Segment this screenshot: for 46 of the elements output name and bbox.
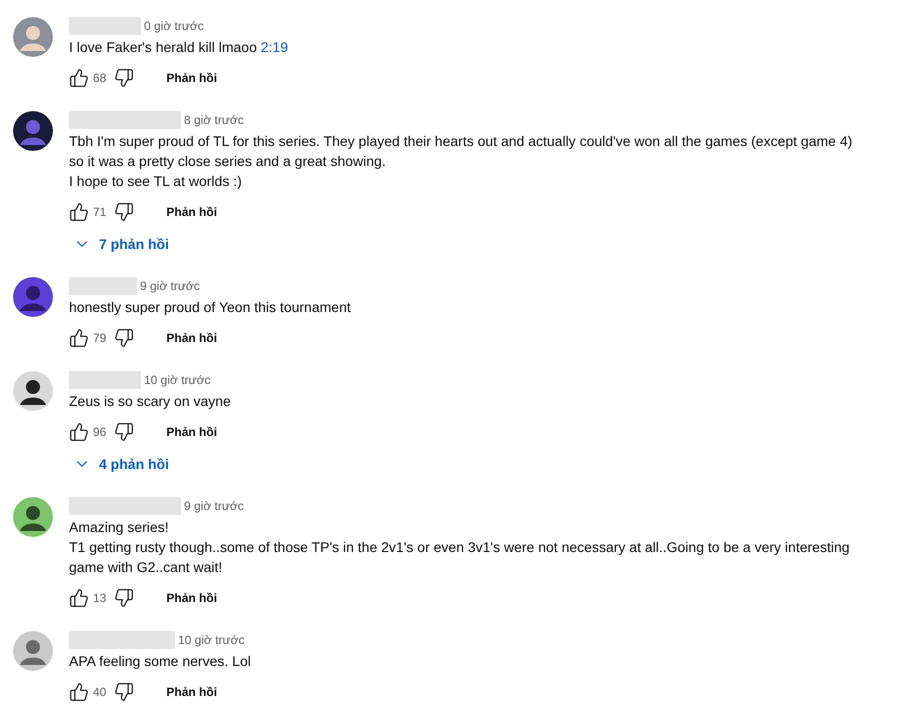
dislike-button[interactable]: [114, 328, 134, 348]
like-button[interactable]: [69, 682, 89, 702]
comment-time: 10 giờ trước: [144, 373, 210, 387]
reply-button[interactable]: Phản hồi: [158, 199, 226, 225]
comment-time: 9 giờ trước: [184, 499, 244, 513]
avatar-icon[interactable]: [13, 277, 53, 317]
replies-button[interactable]: 4 phản hồi: [67, 448, 175, 480]
like-button[interactable]: [69, 328, 89, 348]
dislike-button[interactable]: [114, 682, 134, 702]
redaction-bar: [69, 371, 141, 389]
avatar-icon[interactable]: [13, 111, 53, 151]
reply-button[interactable]: Phản hồi: [158, 679, 226, 705]
like-button[interactable]: [69, 422, 89, 442]
reply-button[interactable]: Phản hồi: [158, 325, 226, 351]
like-count: 96: [93, 425, 106, 439]
like-count: 71: [93, 205, 106, 219]
like-button[interactable]: [69, 68, 89, 88]
comment-time: 0 giờ trước: [144, 19, 204, 33]
dislike-button[interactable]: [114, 422, 134, 442]
comment-time: 10 giờ trước: [178, 633, 244, 647]
dislike-button[interactable]: [114, 588, 134, 608]
redaction-bar: [69, 277, 137, 295]
dislike-button[interactable]: [114, 202, 134, 222]
like-button[interactable]: [69, 588, 89, 608]
reply-button[interactable]: Phản hồi: [158, 65, 226, 91]
reply-button[interactable]: Phản hồi: [158, 585, 226, 611]
timestamp-link[interactable]: 2:19: [260, 39, 288, 55]
reply-button[interactable]: Phản hồi: [158, 419, 226, 445]
avatar-icon[interactable]: [13, 371, 53, 411]
redaction-bar: [69, 17, 141, 35]
comment-text: Amazing series! T1 getting rusty though..some of those TP's in the 2v1's or even 3v1's were not necessary at all..Going to be a very interesting game with G2..cant wait!: [69, 518, 850, 577]
comment-time: 9 giờ trước: [140, 279, 200, 293]
like-count: 13: [93, 591, 106, 605]
comment-time: 8 giờ trước: [184, 113, 244, 127]
avatar-icon[interactable]: [13, 497, 53, 537]
dislike-button[interactable]: [114, 68, 134, 88]
comment-text: APA feeling some nerves. Lol: [69, 652, 251, 671]
comment-text: honestly super proud of Yeon this tournament: [69, 298, 351, 317]
like-count: 68: [93, 71, 106, 85]
comment-text: I love Faker's herald kill lmaoo 2:19: [69, 38, 288, 57]
like-button[interactable]: [69, 202, 89, 222]
like-count: 40: [93, 685, 106, 699]
like-count: 79: [93, 331, 106, 345]
comment-text: Zeus is so scary on vayne: [69, 392, 231, 411]
replies-button[interactable]: 7 phản hồi: [67, 228, 175, 260]
comment-text: Tbh I'm super proud of TL for this series. They played their hearts out and actually could've won all the games (except game 4) so it was a pretty close series and a great showing. I hope to see TL at worlds :): [69, 132, 852, 191]
